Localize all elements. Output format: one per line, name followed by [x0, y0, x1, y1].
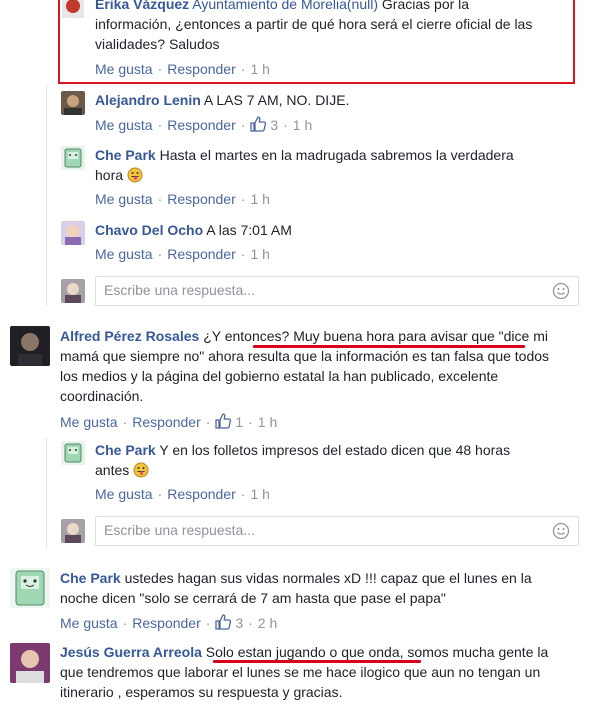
avatar [61, 519, 85, 543]
reply-link[interactable]: Responder [167, 246, 236, 262]
timestamp[interactable]: 1 h [293, 117, 312, 133]
author-name[interactable]: Che Park [95, 442, 156, 458]
comment-actions: Me gusta · Responder · 1 h [95, 191, 270, 207]
tongue-emoji-icon [127, 167, 143, 183]
comment-chepark-2: Che Park Y en los folletos impresos del … [95, 440, 565, 480]
timestamp[interactable]: 1 h [250, 61, 269, 77]
like-link[interactable]: Me gusta [95, 246, 153, 262]
comment-erika: Erika Vázquez Ayuntamiento de Morelia(nu… [95, 0, 565, 54]
like-count[interactable]: 3 [215, 614, 243, 631]
like-link[interactable]: Me gusta [95, 61, 153, 77]
comment-text: Y en los folletos impresos del estado di… [159, 442, 511, 458]
comment-text: mamá que siempre no" ahora resulta que l… [60, 348, 550, 364]
like-link[interactable]: Me gusta [60, 414, 118, 430]
reply-link[interactable]: Responder [167, 61, 236, 77]
comment-chepark-3: Che Park ustedes hagan sus vidas normale… [60, 568, 580, 608]
timestamp[interactable]: 1 h [250, 246, 269, 262]
timestamp[interactable]: 1 h [258, 414, 277, 430]
comment-text: que tendremos que laborar el lunes se me… [60, 664, 541, 680]
timestamp[interactable]: 1 h [250, 486, 269, 502]
comment-text: noche dicen "solo se cerrará de 7 am has… [60, 590, 446, 606]
comment-text: Gracias por la [378, 0, 470, 12]
comment-text: itinerario , esperamos su respuesta y gr… [60, 684, 343, 700]
like-count[interactable]: 1 [215, 413, 243, 430]
reply-input[interactable]: Escribe una respuesta... [95, 276, 579, 306]
comment-chepark-1: Che Park Hasta el martes en la madrugada… [95, 145, 555, 185]
avatar[interactable] [61, 146, 85, 170]
author-name[interactable]: Alfred Pérez Rosales [60, 328, 199, 344]
comment-alfred: Alfred Pérez Rosales ¿Y entonces? Muy bu… [60, 326, 580, 406]
like-link[interactable]: Me gusta [95, 486, 153, 502]
author-name[interactable]: Che Park [60, 570, 121, 586]
smiley-icon[interactable] [552, 522, 570, 540]
reply-link[interactable]: Responder [132, 414, 201, 430]
thumbs-up-icon [250, 116, 267, 132]
reply-thread-line [46, 438, 47, 548]
annotation-underline [253, 345, 525, 348]
reply-input[interactable]: Escribe una respuesta... [95, 516, 579, 546]
avatar[interactable] [61, 441, 85, 465]
avatar[interactable] [61, 221, 85, 245]
reply-link[interactable]: Responder [167, 486, 236, 502]
avatar[interactable] [10, 643, 50, 683]
avatar[interactable] [62, 0, 84, 18]
author-name[interactable]: Chavo Del Ocho [95, 222, 203, 238]
comment-text: vialidades? Saludos [95, 36, 220, 52]
comment-jesus: Jesús Guerra Arreola Solo estan jugando … [60, 642, 580, 702]
avatar [61, 279, 85, 303]
thumbs-up-icon [215, 614, 232, 630]
comment-actions: Me gusta · Responder · 3 · 2 h [60, 614, 278, 631]
like-link[interactable]: Me gusta [95, 191, 153, 207]
reply-placeholder: Escribe una respuesta... [104, 282, 255, 298]
avatar[interactable] [61, 91, 85, 115]
comment-text: ustedes hagan sus vidas normales xD !!! … [124, 570, 532, 586]
comment-text: antes [95, 462, 130, 478]
timestamp[interactable]: 2 h [258, 615, 277, 631]
reply-link[interactable]: Responder [167, 117, 236, 133]
tongue-emoji-icon [133, 462, 149, 478]
comment-actions: Me gusta · Responder · 3 · 1 h [95, 116, 313, 133]
avatar[interactable] [10, 326, 50, 366]
reply-thread-line [46, 85, 47, 305]
smiley-icon[interactable] [552, 282, 570, 300]
reply-link[interactable]: Responder [132, 615, 201, 631]
comment-actions: Me gusta · Responder · 1 h [95, 246, 270, 262]
avatar[interactable] [10, 568, 50, 608]
tagged-page[interactable]: Ayuntamiento de Morelia(null) [192, 0, 378, 12]
like-count[interactable]: 3 [250, 116, 278, 133]
comment-chavo: Chavo Del Ocho A las 7:01 AM [95, 220, 292, 240]
annotation-underline [213, 660, 421, 663]
like-link[interactable]: Me gusta [95, 117, 153, 133]
like-link[interactable]: Me gusta [60, 615, 118, 631]
comment-text: somos mucha gente la [403, 644, 549, 660]
comment-text: Hasta el martes en la madrugada sabremos… [159, 147, 514, 163]
reply-placeholder: Escribe una respuesta... [104, 522, 255, 538]
thumbs-up-icon [215, 413, 232, 429]
comment-actions: Me gusta · Responder · 1 h [95, 61, 270, 77]
timestamp[interactable]: 1 h [250, 191, 269, 207]
comment-text: Solo estan jugando o que onda, [205, 644, 404, 660]
author-name[interactable]: Jesús Guerra Arreola [60, 644, 202, 660]
comment-text: ¿Y entonces? Muy buena hora para avisar … [203, 328, 548, 344]
author-name[interactable]: Alejandro Lenin [95, 92, 201, 108]
author-name[interactable]: Erika Vázquez [95, 0, 189, 12]
comment-text: los medios y la página del gobierno esta… [60, 368, 499, 384]
comment-text: hora [95, 167, 124, 183]
comment-actions: Me gusta · Responder · 1 h [95, 486, 270, 502]
comment-text: información, ¿entonces a partir de qué h… [95, 16, 533, 32]
comment-actions: Me gusta · Responder · 1 · 1 h [60, 413, 278, 430]
comment-text: A LAS 7 AM, NO. DIJE. [203, 92, 350, 108]
comment-text: A las 7:01 AM [206, 222, 292, 238]
comment-alejandro: Alejandro Lenin A LAS 7 AM, NO. DIJE. [95, 90, 349, 110]
author-name[interactable]: Che Park [95, 147, 156, 163]
comment-text: coordinación. [60, 388, 144, 404]
reply-link[interactable]: Responder [167, 191, 236, 207]
